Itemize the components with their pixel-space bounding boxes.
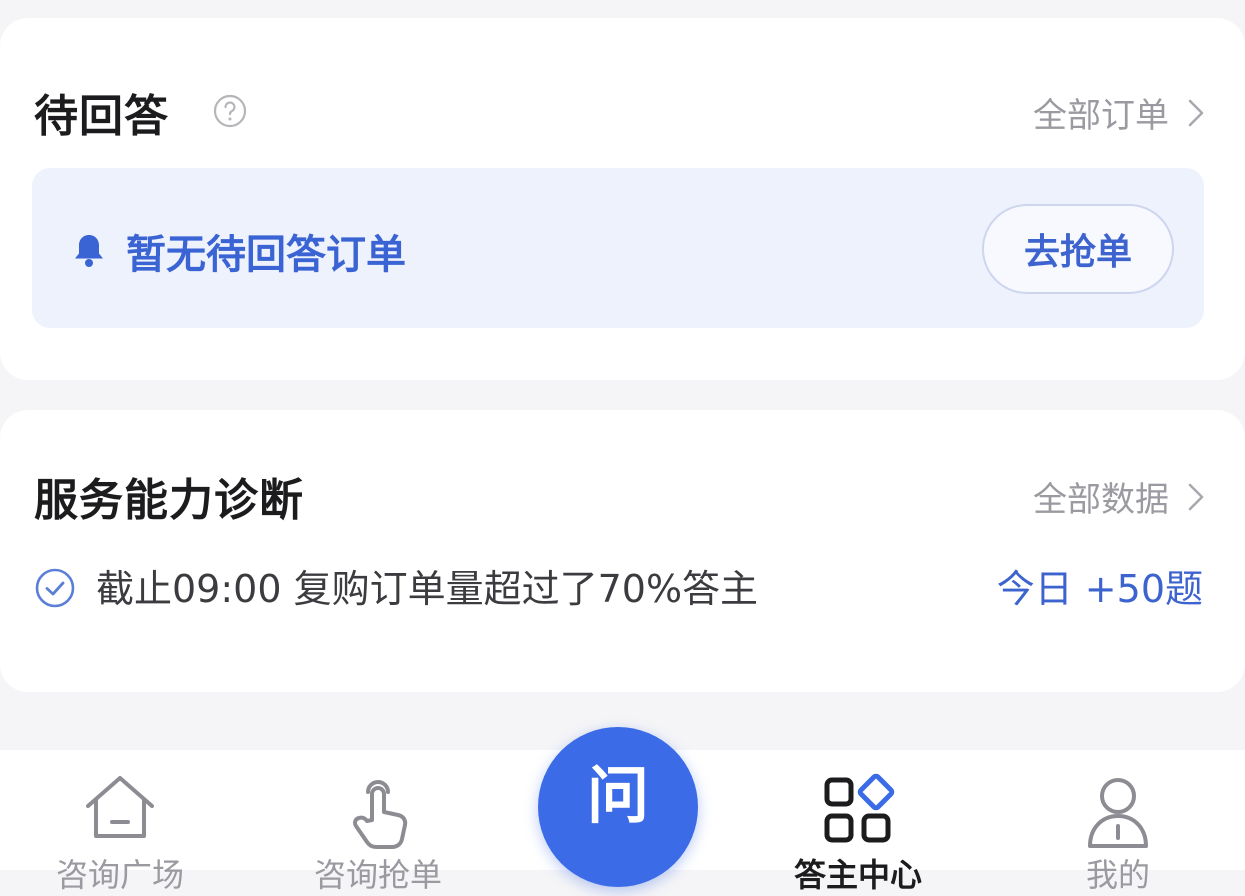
empty-orders-banner: 暂无待回答订单 去抢单 bbox=[32, 168, 1204, 328]
tap-hand-icon bbox=[353, 780, 408, 849]
grab-order-button[interactable]: 去抢单 bbox=[982, 204, 1174, 294]
ask-button-label: 问 bbox=[586, 759, 649, 832]
all-orders-link[interactable]: 全部订单 bbox=[1033, 88, 1205, 137]
all-orders-label: 全部订单 bbox=[1033, 96, 1169, 136]
user-icon bbox=[1088, 778, 1148, 848]
chevron-right-icon bbox=[1188, 99, 1204, 126]
nav-item-mine[interactable]: 我的 bbox=[1018, 750, 1218, 894]
pending-card: 待回答 全部订单 暂无待回答订单 去抢单 bbox=[0, 18, 1245, 380]
grid-icon bbox=[824, 773, 895, 843]
nav-label-mine: 我的 bbox=[1085, 856, 1150, 894]
empty-orders-text: 暂无待回答订单 bbox=[126, 232, 406, 278]
nav-item-square[interactable]: 咨询广场 bbox=[20, 750, 220, 894]
help-icon[interactable] bbox=[212, 93, 248, 129]
bell-icon bbox=[75, 235, 103, 267]
nav-label-square: 咨询广场 bbox=[55, 856, 184, 894]
service-title: 服务能力诊断 bbox=[34, 475, 304, 526]
check-circle-icon bbox=[35, 568, 75, 608]
chevron-right-icon bbox=[1188, 483, 1204, 510]
all-data-label: 全部数据 bbox=[1033, 480, 1169, 520]
nav-label-answerer-center: 答主中心 bbox=[793, 856, 922, 894]
nav-item-answerer-center[interactable]: 答主中心 bbox=[758, 750, 958, 894]
home-icon bbox=[86, 776, 154, 838]
all-data-link[interactable]: 全部数据 bbox=[1033, 472, 1205, 521]
service-diagnosis-card: 服务能力诊断 全部数据 截止09:00 复购订单量超过了70%答主 今日 +50… bbox=[0, 410, 1245, 692]
ask-button[interactable]: 问 bbox=[538, 727, 698, 887]
diagnosis-text: 截止09:00 复购订单量超过了70%答主 bbox=[96, 567, 759, 611]
nav-label-grab: 咨询抢单 bbox=[313, 856, 442, 894]
pending-title: 待回答 bbox=[34, 91, 169, 142]
today-count[interactable]: 今日 +50题 bbox=[997, 558, 1203, 613]
nav-item-grab[interactable]: 咨询抢单 bbox=[278, 750, 478, 894]
